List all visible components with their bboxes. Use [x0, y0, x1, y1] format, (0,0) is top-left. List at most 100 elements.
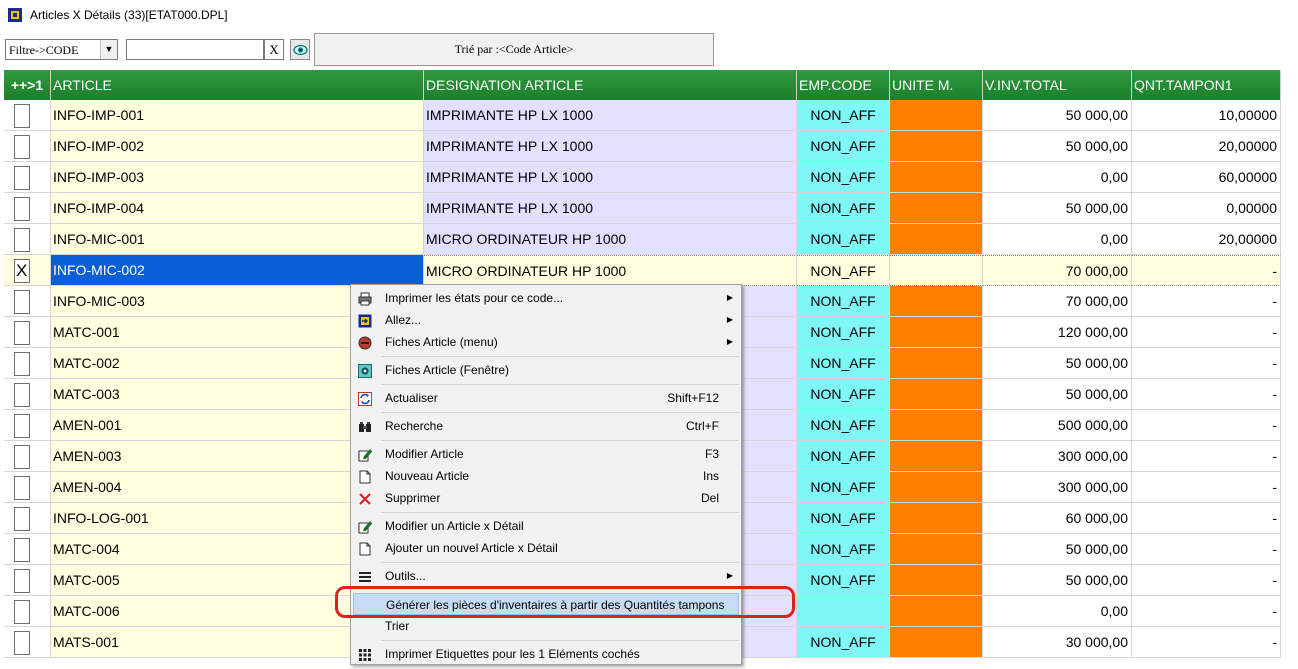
menu-item[interactable]: Allez... ▶ [353, 309, 739, 331]
row-checkbox[interactable] [14, 569, 30, 593]
row-checkbox[interactable] [14, 352, 30, 376]
designation-cell[interactable]: MICRO ORDINATEUR HP 1000 [424, 224, 797, 255]
menu-item[interactable]: Nouveau Article Ins [353, 465, 739, 487]
row-checkbox-cell[interactable] [4, 286, 51, 317]
article-cell[interactable]: INFO-IMP-003 [51, 162, 424, 193]
row-checkbox[interactable] [14, 507, 30, 531]
row-checkbox[interactable] [14, 414, 30, 438]
qnt-tampon-cell[interactable]: - [1132, 534, 1281, 565]
inv-total-cell[interactable]: 50 000,00 [983, 100, 1132, 131]
row-checkbox-cell[interactable] [4, 348, 51, 379]
designation-cell[interactable]: MICRO ORDINATEUR HP 1000 [424, 255, 797, 286]
qnt-tampon-cell[interactable]: 10,00000 [1132, 100, 1281, 131]
qnt-tampon-cell[interactable]: - [1132, 379, 1281, 410]
unite-cell[interactable] [890, 410, 983, 441]
emp-code-cell[interactable]: NON_AFF [797, 255, 890, 286]
qnt-tampon-cell[interactable]: - [1132, 255, 1281, 286]
table-row[interactable]: INFO-MIC-002MICRO ORDINATEUR HP 1000NON_… [4, 255, 1281, 286]
unite-cell[interactable] [890, 286, 983, 317]
qnt-tampon-cell[interactable]: - [1132, 410, 1281, 441]
menu-item[interactable]: Modifier Article F3 [353, 443, 739, 465]
inv-total-cell[interactable]: 300 000,00 [983, 472, 1132, 503]
menu-item[interactable]: Trier [353, 615, 739, 637]
unite-cell[interactable] [890, 441, 983, 472]
row-checkbox-cell[interactable] [4, 441, 51, 472]
table-row[interactable]: INFO-IMP-003 IMPRIMANTE HP LX 1000 NON_AFF… [4, 162, 1281, 193]
inv-total-cell[interactable]: 30 000,00 [983, 627, 1132, 658]
row-checkbox[interactable] [14, 256, 30, 285]
menu-item[interactable]: Recherche Ctrl+F [353, 415, 739, 437]
row-checkbox[interactable] [14, 135, 30, 159]
inv-total-cell[interactable]: 50 000,00 [983, 193, 1132, 224]
unite-cell[interactable] [890, 131, 983, 162]
qnt-tampon-cell[interactable]: - [1132, 503, 1281, 534]
filter-select[interactable]: Filtre->CODE ▼ [5, 39, 118, 60]
emp-code-cell[interactable]: NON_AFF [797, 441, 890, 472]
table-row[interactable]: INFO-IMP-001 IMPRIMANTE HP LX 1000 NON_AFF… [4, 100, 1281, 131]
row-checkbox-cell[interactable] [4, 317, 51, 348]
designation-cell[interactable]: IMPRIMANTE HP LX 1000 [424, 162, 797, 193]
inv-total-cell[interactable]: 0,00 [983, 596, 1132, 627]
row-checkbox-cell[interactable] [4, 379, 51, 410]
qnt-tampon-cell[interactable]: - [1132, 596, 1281, 627]
qnt-tampon-cell[interactable]: - [1132, 348, 1281, 379]
row-checkbox[interactable] [14, 166, 30, 190]
row-checkbox-cell[interactable] [4, 472, 51, 503]
qnt-tampon-cell[interactable]: 60,00000 [1132, 162, 1281, 193]
row-checkbox[interactable] [14, 383, 30, 407]
unite-cell[interactable] [890, 193, 983, 224]
inv-total-cell[interactable]: 50 000,00 [983, 534, 1132, 565]
header-check-all[interactable]: ++>1 [4, 70, 51, 100]
designation-cell[interactable]: IMPRIMANTE HP LX 1000 [424, 193, 797, 224]
unite-cell[interactable] [890, 255, 983, 286]
emp-code-cell[interactable]: NON_AFF [797, 627, 890, 658]
header-emp-code[interactable]: EMP.CODE [797, 70, 890, 100]
emp-code-cell[interactable]: NON_AFF [797, 472, 890, 503]
row-checkbox-cell[interactable] [4, 627, 51, 658]
inv-total-cell[interactable]: 50 000,00 [983, 379, 1132, 410]
header-inv-total[interactable]: V.INV.TOTAL [983, 70, 1132, 100]
emp-code-cell[interactable]: NON_AFF [797, 100, 890, 131]
row-checkbox-cell[interactable] [4, 193, 51, 224]
qnt-tampon-cell[interactable]: 20,00000 [1132, 224, 1281, 255]
unite-cell[interactable] [890, 472, 983, 503]
emp-code-cell[interactable]: NON_AFF [797, 131, 890, 162]
designation-cell[interactable]: IMPRIMANTE HP LX 1000 [424, 131, 797, 162]
menu-item[interactable]: Imprimer Etiquettes pour les 1 Eléments … [353, 643, 739, 665]
row-checkbox[interactable] [14, 445, 30, 469]
article-cell[interactable]: INFO-MIC-002 [51, 255, 424, 286]
inv-total-cell[interactable]: 50 000,00 [983, 131, 1132, 162]
row-checkbox-cell[interactable] [4, 534, 51, 565]
qnt-tampon-cell[interactable]: - [1132, 565, 1281, 596]
menu-item[interactable]: Imprimer les états pour ce code... ▶ [353, 287, 739, 309]
qnt-tampon-cell[interactable]: - [1132, 472, 1281, 503]
header-unite[interactable]: UNITE M. [890, 70, 983, 100]
menu-item[interactable]: Fiches Article (Fenêtre) [353, 359, 739, 381]
unite-cell[interactable] [890, 379, 983, 410]
inv-total-cell[interactable]: 70 000,00 [983, 286, 1132, 317]
unite-cell[interactable] [890, 503, 983, 534]
row-checkbox[interactable] [14, 228, 30, 252]
header-article[interactable]: ARTICLE [51, 70, 424, 100]
search-input[interactable] [126, 39, 264, 60]
unite-cell[interactable] [890, 317, 983, 348]
menu-item[interactable]: Fiches Article (menu) ▶ [353, 331, 739, 353]
row-checkbox-cell[interactable] [4, 162, 51, 193]
inv-total-cell[interactable]: 50 000,00 [983, 565, 1132, 596]
row-checkbox-cell[interactable] [4, 596, 51, 627]
qnt-tampon-cell[interactable]: 0,00000 [1132, 193, 1281, 224]
emp-code-cell[interactable]: NON_AFF [797, 193, 890, 224]
unite-cell[interactable] [890, 100, 983, 131]
menu-item[interactable]: Générer les pièces d'inventaires à parti… [353, 593, 739, 615]
article-cell[interactable]: INFO-IMP-001 [51, 100, 424, 131]
inv-total-cell[interactable]: 0,00 [983, 162, 1132, 193]
row-checkbox[interactable] [14, 104, 30, 128]
row-checkbox-cell[interactable] [4, 224, 51, 255]
emp-code-cell[interactable]: NON_AFF [797, 410, 890, 441]
article-cell[interactable]: INFO-IMP-002 [51, 131, 424, 162]
header-qnt-tampon[interactable]: QNT.TAMPON1 [1132, 70, 1281, 100]
emp-code-cell[interactable]: NON_AFF [797, 317, 890, 348]
menu-item[interactable]: Modifier un Article x Détail [353, 515, 739, 537]
unite-cell[interactable] [890, 348, 983, 379]
emp-code-cell[interactable]: NON_AFF [797, 379, 890, 410]
